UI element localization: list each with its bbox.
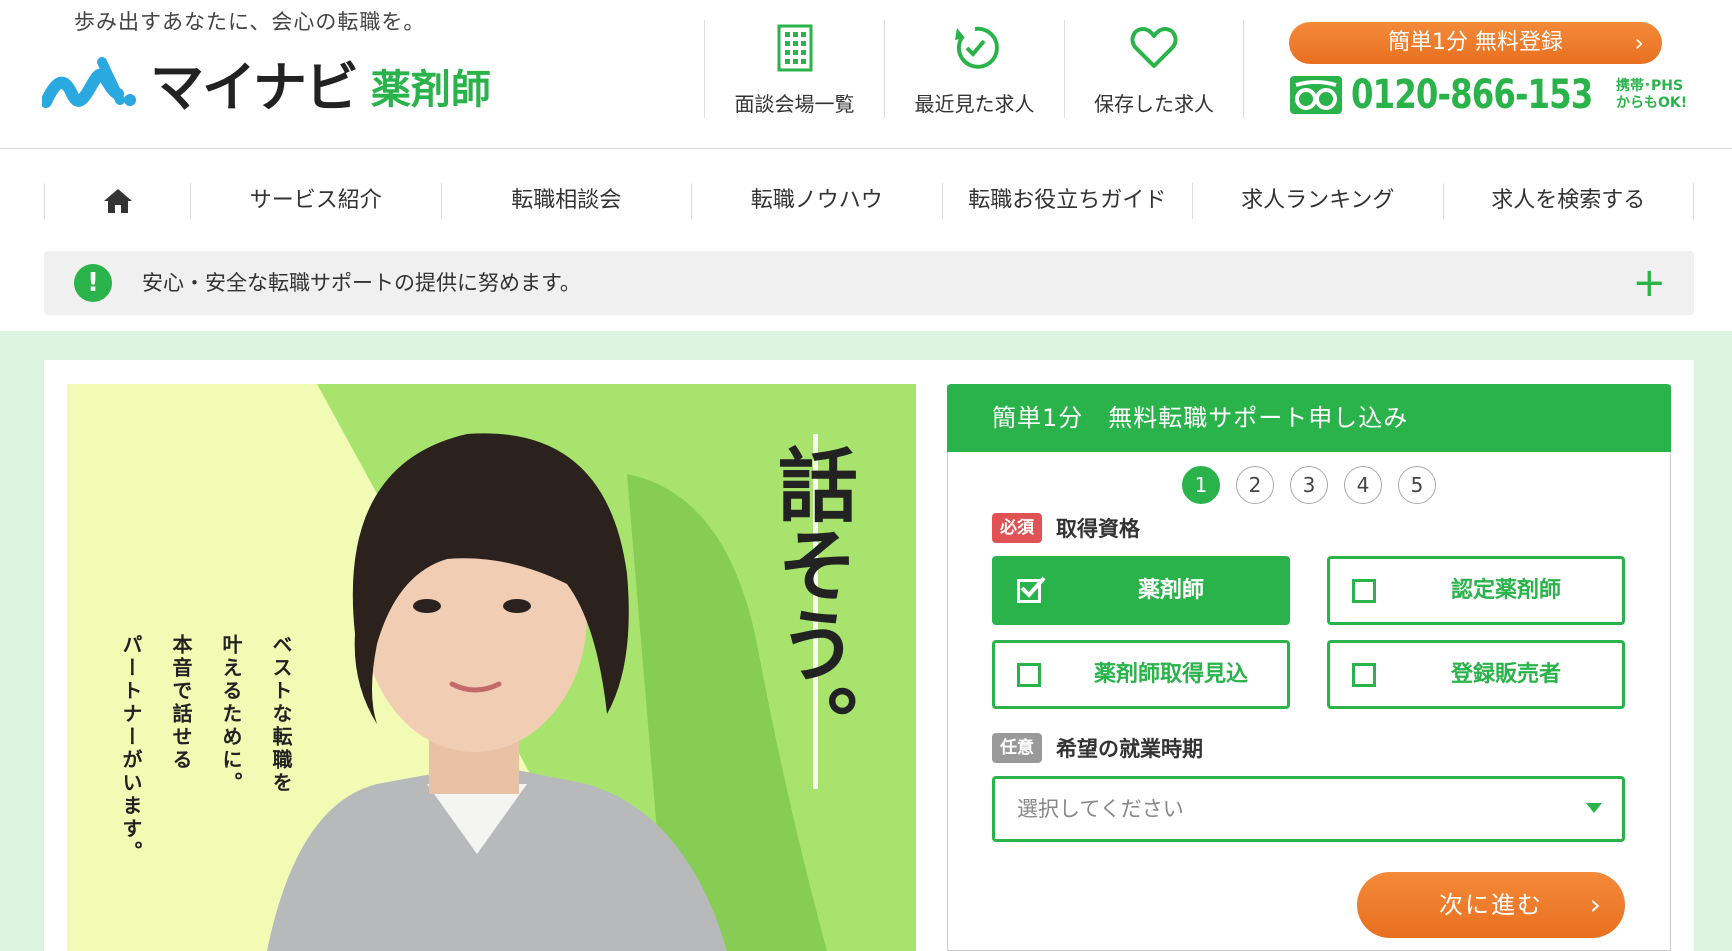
- field-label-text: 取得資格: [1056, 517, 1140, 541]
- option-label: 認定薬剤師: [1450, 578, 1561, 603]
- history-icon: [954, 26, 999, 69]
- freedial-icon: [1290, 76, 1342, 114]
- checkbox-icon: [1352, 663, 1376, 687]
- building-icon: [777, 24, 812, 72]
- nav-knowhow[interactable]: 転職ノウハウ: [691, 183, 942, 219]
- step-5: 5: [1398, 466, 1436, 504]
- checkbox-icon: [1017, 663, 1041, 687]
- hero-banner[interactable]: 話そう。 ベストな転職を 叶えるために。 本音で話せる パートナーがいます。: [67, 384, 916, 951]
- notice-text: 安心・安全な転職サポートの提供に努めます。: [142, 271, 581, 295]
- chevron-right-icon: ›: [1589, 888, 1603, 921]
- start-time-label: 任意 希望の就業時期: [992, 733, 1203, 763]
- option-label: 登録販売者: [1450, 662, 1561, 687]
- nav-interview-venues[interactable]: 面談会場一覧: [704, 20, 884, 118]
- main-nav: サービス紹介 転職相談会 転職ノウハウ 転職お役立ちガイド 求人ランキング 求人…: [44, 183, 1694, 219]
- option-registered-seller[interactable]: 登録販売者: [1327, 640, 1625, 709]
- site-logo[interactable]: マイナビ 薬剤師: [42, 50, 491, 119]
- logo-subtext: 薬剤師: [370, 67, 491, 113]
- hero-copy-line: 本音で話せる: [169, 634, 193, 772]
- checkbox-checked-icon: [1017, 576, 1046, 603]
- field-label-text: 希望の就業時期: [1056, 737, 1203, 761]
- start-time-select[interactable]: 選択してください: [992, 776, 1625, 842]
- option-certified-pharmacist[interactable]: 認定薬剤師: [1327, 556, 1625, 625]
- nav-consultation[interactable]: 転職相談会: [440, 183, 692, 219]
- dropdown-arrow-icon: [1586, 803, 1602, 813]
- phone-note-line: からもOK!: [1616, 95, 1688, 111]
- step-1: 1: [1182, 466, 1220, 504]
- option-label: 薬剤師: [1137, 578, 1204, 603]
- phone-note-line: 携帯･PHS: [1616, 78, 1684, 94]
- checkbox-icon: [1352, 579, 1376, 603]
- required-badge: 必須: [992, 513, 1042, 543]
- exclamation-icon: !: [74, 264, 112, 302]
- nav-job-search[interactable]: 求人を検索する: [1442, 183, 1694, 219]
- heart-icon: [1130, 27, 1178, 68]
- phone-number[interactable]: 0120-866-153: [1289, 72, 1619, 118]
- tagline: 歩み出すあなたに、会心の転職を。: [74, 10, 426, 34]
- register-label: 簡単1分 無料登録: [1388, 30, 1563, 55]
- nav-home[interactable]: [44, 183, 190, 219]
- step-4: 4: [1344, 466, 1382, 504]
- home-icon: [103, 189, 132, 213]
- nav-label: 最近見た求人: [914, 92, 1035, 116]
- qualification-label: 必須 取得資格: [992, 513, 1140, 543]
- phone-note: 携帯･PHS からもOK!: [1616, 78, 1687, 112]
- option-pharmacist[interactable]: 薬剤師: [992, 556, 1290, 625]
- nav-saved-jobs[interactable]: 保存した求人: [1064, 20, 1244, 118]
- form-title: 簡単1分 無料転職サポート申し込み: [947, 384, 1671, 452]
- step-3: 3: [1290, 466, 1328, 504]
- expand-plus-icon[interactable]: +: [1632, 259, 1666, 307]
- signup-form: 簡単1分 無料転職サポート申し込み 1 2 3 4 5 必須 取得資格 薬剤師 …: [947, 384, 1671, 951]
- hero-copy-line: 叶えるために。: [219, 634, 243, 795]
- logo-text: マイナビ: [150, 55, 359, 119]
- phone-number-text: 0120-866-153: [1351, 72, 1593, 118]
- nav-label: 面談会場一覧: [734, 92, 855, 116]
- option-label: 薬剤師取得見込: [1093, 662, 1248, 687]
- chevron-right-icon: ›: [1634, 29, 1644, 57]
- step-indicator: 1 2 3 4 5: [1182, 466, 1436, 504]
- nav-ranking[interactable]: 求人ランキング: [1192, 183, 1443, 219]
- nav-service-intro[interactable]: サービス紹介: [190, 183, 441, 219]
- nav-label: 保存した求人: [1094, 92, 1214, 116]
- select-placeholder: 選択してください: [1017, 797, 1184, 821]
- register-button[interactable]: 簡単1分 無料登録 ›: [1289, 22, 1662, 64]
- logo-mark-icon: [42, 57, 136, 108]
- nav-recently-viewed[interactable]: 最近見た求人: [884, 20, 1064, 118]
- notice-bar: ! 安心・安全な転職サポートの提供に努めます。 +: [44, 251, 1694, 315]
- next-label: 次に進む: [1439, 891, 1543, 919]
- optional-badge: 任意: [992, 733, 1042, 763]
- next-button[interactable]: 次に進む ›: [1357, 872, 1625, 938]
- nav-guide[interactable]: 転職お役立ちガイド: [941, 183, 1193, 219]
- step-2: 2: [1236, 466, 1274, 504]
- site-header: 歩み出すあなたに、会心の転職を。 マイナビ 薬剤師 面談会場一覧 最近見た求人: [0, 0, 1732, 149]
- hero-copy-line: パートナーがいます。: [119, 634, 143, 864]
- hero-copy-line: ベストな転職を: [269, 634, 293, 795]
- hero-headline: 話そう。: [765, 444, 859, 764]
- option-pharmacist-expected[interactable]: 薬剤師取得見込: [992, 640, 1290, 709]
